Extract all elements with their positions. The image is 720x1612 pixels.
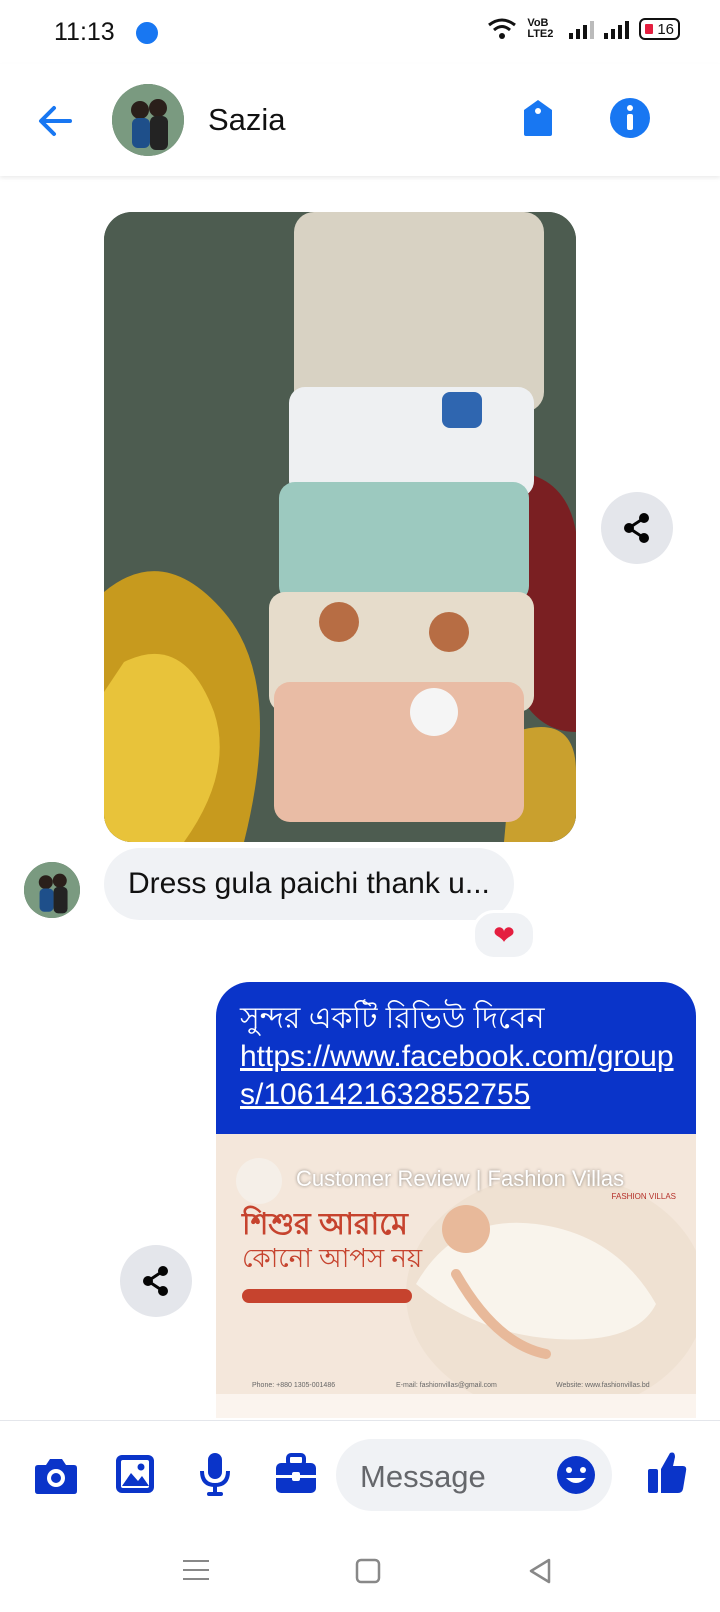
link-preview[interactable]: Customer Review | Fashion Villas FASHION… bbox=[216, 1134, 696, 1418]
share-icon bbox=[624, 513, 649, 543]
outgoing-message[interactable]: সুন্দর একটি রিভিউ দিবেন https://www.face… bbox=[216, 982, 696, 1418]
share-link-button[interactable] bbox=[120, 1245, 192, 1317]
preview-subheadline: কোনো আপস নয় bbox=[242, 1243, 423, 1273]
message-composer: Message bbox=[0, 1420, 720, 1531]
back-triangle-icon[interactable] bbox=[528, 1558, 552, 1584]
battery-level: 16 bbox=[657, 20, 674, 38]
outgoing-link[interactable]: https://www.facebook.com/groups/10614216… bbox=[240, 1038, 676, 1114]
sender-avatar[interactable] bbox=[24, 862, 80, 918]
wifi-icon bbox=[488, 18, 517, 39]
preview-website: Website: www.fashionvillas.bd bbox=[556, 1382, 650, 1389]
battery-indicator: 16 bbox=[639, 18, 680, 40]
message-input[interactable]: Message bbox=[336, 1439, 612, 1511]
thumbs-up-icon[interactable] bbox=[646, 1449, 688, 1495]
heart-icon: ❤ bbox=[493, 919, 515, 950]
emoji-icon[interactable] bbox=[556, 1455, 596, 1495]
chat-header: Sazia bbox=[0, 64, 720, 176]
tag-icon[interactable] bbox=[516, 96, 560, 140]
status-right: VoB LTE2 16 bbox=[487, 18, 680, 40]
gallery-icon[interactable] bbox=[114, 1453, 156, 1495]
status-time: 11:13 bbox=[54, 18, 115, 46]
preview-title: Customer Review | Fashion Villas bbox=[296, 1166, 625, 1191]
app-notification-icon bbox=[132, 18, 162, 48]
contact-avatar[interactable] bbox=[112, 84, 184, 156]
preview-phone: Phone: +880 1305-001486 bbox=[252, 1382, 336, 1389]
preview-favicon bbox=[236, 1158, 282, 1204]
network-label: VoB LTE2 bbox=[527, 17, 554, 40]
status-bar: 11:13 VoB LTE2 16 bbox=[0, 0, 720, 64]
camera-icon[interactable] bbox=[34, 1455, 78, 1495]
system-nav-bar bbox=[0, 1530, 720, 1612]
signal-bars-icon-2 bbox=[604, 19, 630, 39]
share-icon bbox=[143, 1266, 168, 1296]
back-arrow-icon[interactable] bbox=[34, 100, 76, 142]
preview-brand: FASHION VILLAS bbox=[611, 1192, 676, 1201]
signal-bars-icon bbox=[569, 19, 595, 39]
outgoing-text: সুন্দর একটি রিভিউ দিবেন bbox=[240, 1002, 545, 1035]
contact-name[interactable]: Sazia bbox=[208, 102, 286, 138]
preview-email: E-mail: fashionvillas@gmail.com bbox=[396, 1382, 497, 1389]
heart-reaction[interactable]: ❤ bbox=[472, 910, 536, 960]
menu-icon[interactable] bbox=[183, 1558, 209, 1582]
microphone-icon[interactable] bbox=[198, 1451, 232, 1497]
briefcase-icon[interactable] bbox=[274, 1453, 318, 1495]
share-photo-button[interactable] bbox=[601, 492, 673, 564]
home-square-icon[interactable] bbox=[355, 1558, 381, 1584]
message-placeholder: Message bbox=[360, 1459, 486, 1494]
info-icon[interactable] bbox=[608, 96, 652, 140]
received-photo[interactable] bbox=[104, 212, 576, 842]
incoming-message[interactable]: Dress gula paichi thank u... bbox=[104, 848, 514, 920]
